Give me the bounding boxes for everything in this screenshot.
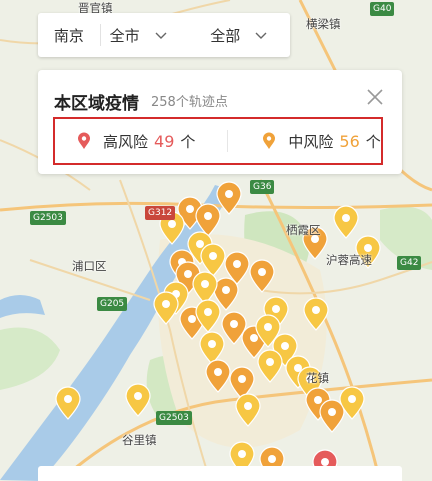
mid-risk-count: 56: [339, 131, 360, 151]
mid-risk-label: 中风险: [288, 132, 334, 151]
map-label-puqu: 浦口区: [72, 259, 107, 273]
high-risk-label: 高风险: [103, 132, 149, 151]
area-dropdown-label: 全市: [109, 26, 140, 45]
road-shield-g312: G312: [145, 206, 176, 220]
road-shield-g42: G42: [397, 256, 422, 270]
mid-risk-summary[interactable]: 中风险 56 个: [262, 131, 381, 152]
risk-summary-highlight: 高风险 49 个 中风险 56 个: [53, 117, 383, 165]
risk-divider: [227, 130, 229, 152]
high-risk-pin-icon: [78, 132, 90, 149]
map-label-huashu: 花镇: [306, 371, 329, 385]
close-icon[interactable]: [366, 88, 384, 106]
bottom-sheet-edge[interactable]: [38, 466, 402, 481]
high-risk-unit: 个: [180, 132, 196, 151]
road-shield-g2503-south: G2503: [156, 411, 192, 425]
chevron-down-icon: [255, 32, 267, 39]
mid-risk-pin-icon: [263, 132, 276, 149]
area-dropdown[interactable]: 全市: [101, 25, 177, 46]
road-shield-g205: G205: [97, 297, 128, 311]
map-label-guli: 谷里镇: [122, 433, 157, 447]
mid-risk-unit: 个: [365, 132, 381, 151]
panel-title: 本区域疫情: [54, 94, 139, 114]
epidemic-info-panel: 本区域疫情 258个轨迹点 高风险 49 个 中风险 56 个: [38, 70, 402, 174]
road-shield-g40: G40: [370, 2, 395, 16]
map-label-hualong: 沪蓉高速: [326, 253, 372, 267]
filter-bar: 南京 全市 全部: [38, 13, 290, 57]
road-shield-g2503-west: G2503: [30, 211, 66, 225]
track-point-count: 258个轨迹点: [151, 95, 228, 110]
type-dropdown[interactable]: 全部: [188, 25, 290, 46]
chevron-down-icon: [155, 32, 167, 39]
map-label-henglian: 横梁镇: [306, 17, 341, 31]
high-risk-count: 49: [154, 131, 175, 151]
road-shield-g36: G36: [250, 180, 275, 194]
high-risk-summary[interactable]: 高风险 49 个: [77, 131, 195, 152]
city-selector[interactable]: 南京: [38, 25, 100, 46]
map-label-xixia: 栖霞区: [286, 223, 321, 237]
type-dropdown-label: 全部: [210, 26, 241, 45]
